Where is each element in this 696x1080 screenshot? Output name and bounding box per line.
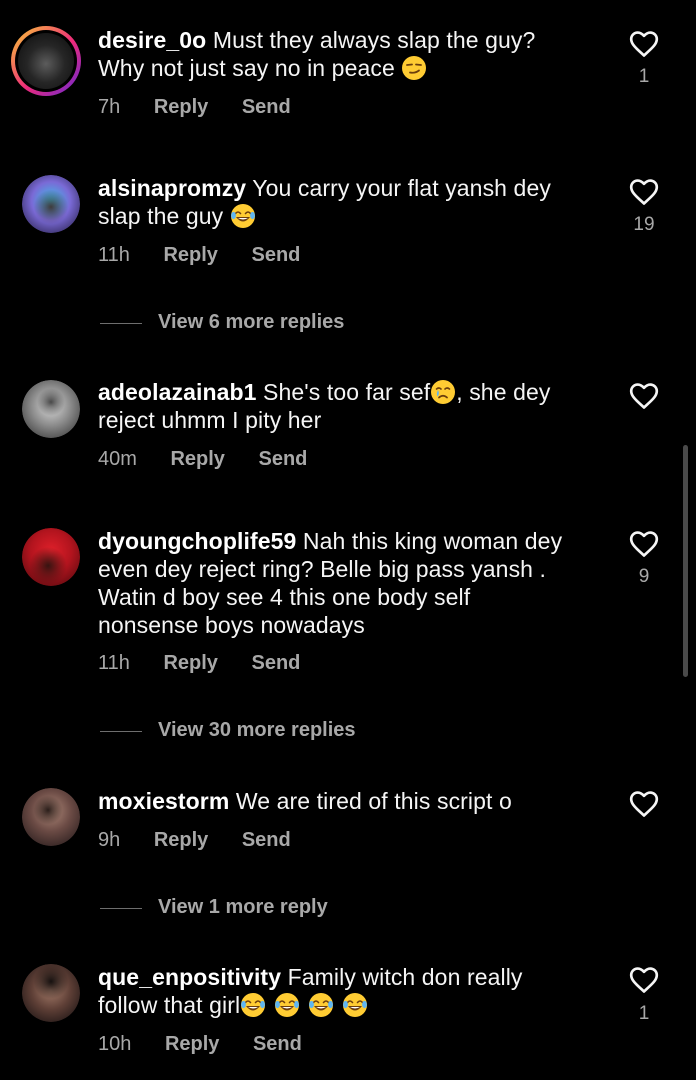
comment-username[interactable]: dyoungchoplife59 xyxy=(98,528,296,554)
like-button[interactable] xyxy=(626,964,662,996)
comment-body: alsinapromzy You carry your flat yansh d… xyxy=(98,174,598,230)
comment-text: We are tired of this script o xyxy=(235,788,512,814)
like-button[interactable] xyxy=(626,788,662,820)
heart-icon xyxy=(628,964,660,996)
view-replies-label: View 6 more replies xyxy=(158,311,345,333)
avatar[interactable] xyxy=(22,175,80,233)
comment-meta: 11h Reply Send xyxy=(98,244,300,267)
comment-body: moxiestorm We are tired of this script o xyxy=(98,787,598,815)
heart-icon xyxy=(628,788,660,820)
reply-button[interactable]: Reply xyxy=(163,652,217,675)
comment-meta: 10h Reply Send xyxy=(98,1033,302,1056)
joy-emoji-icon xyxy=(274,992,300,1018)
comment-meta: 40m Reply Send xyxy=(98,448,307,471)
comment-time: 11h xyxy=(98,244,130,266)
like-count: 19 xyxy=(633,214,655,235)
like-count: 1 xyxy=(638,66,650,87)
joy-emoji-icon xyxy=(230,203,256,229)
divider xyxy=(100,323,142,324)
heart-icon xyxy=(628,528,660,560)
view-replies-label: View 1 more reply xyxy=(158,896,328,918)
comment-username[interactable]: alsinapromzy xyxy=(98,175,246,201)
avatar[interactable] xyxy=(22,528,80,586)
comment-username[interactable]: moxiestorm xyxy=(98,788,229,814)
avatar[interactable] xyxy=(11,26,81,96)
heart-icon xyxy=(628,176,660,208)
comment-time: 40m xyxy=(98,448,137,470)
comment-username[interactable]: que_enpositivity xyxy=(98,964,281,990)
comment-body: dyoungchoplife59 Nah this king woman dey… xyxy=(98,527,568,639)
comment-time: 7h xyxy=(98,96,121,118)
comment-time: 10h xyxy=(98,1033,132,1055)
comment-username[interactable]: desire_0o xyxy=(98,27,206,53)
scrollbar[interactable] xyxy=(683,445,688,677)
like-count: 9 xyxy=(638,566,650,587)
reply-button[interactable]: Reply xyxy=(165,1033,219,1056)
comment-body: desire_0o Must they always slap the guy?… xyxy=(98,26,578,82)
reply-button[interactable]: Reply xyxy=(154,829,208,852)
smirk-emoji-icon xyxy=(401,55,427,81)
comment-body: que_enpositivity Family witch don really… xyxy=(98,963,568,1019)
like-count: 1 xyxy=(638,1003,650,1024)
avatar[interactable] xyxy=(22,788,80,846)
like-button[interactable] xyxy=(626,176,662,208)
reply-button[interactable]: Reply xyxy=(170,448,224,471)
comment-username[interactable]: adeolazainab1 xyxy=(98,379,257,405)
send-button[interactable]: Send xyxy=(253,1033,302,1056)
joy-emoji-icon xyxy=(342,992,368,1018)
view-replies-label: View 30 more replies xyxy=(158,719,356,741)
comment-text: She's too far sef xyxy=(263,379,431,405)
heart-icon xyxy=(628,28,660,60)
comment-body: adeolazainab1 She's too far sef, she dey… xyxy=(98,378,598,434)
crying-emoji-icon xyxy=(430,379,456,405)
send-button[interactable]: Send xyxy=(242,829,291,852)
like-button[interactable] xyxy=(626,28,662,60)
avatar[interactable] xyxy=(22,380,80,438)
send-button[interactable]: Send xyxy=(242,96,291,119)
send-button[interactable]: Send xyxy=(259,448,308,471)
avatar[interactable] xyxy=(22,964,80,1022)
heart-icon xyxy=(628,380,660,412)
comment-meta: 7h Reply Send xyxy=(98,96,291,119)
send-button[interactable]: Send xyxy=(251,652,300,675)
like-button[interactable] xyxy=(626,380,662,412)
joy-emoji-icon xyxy=(308,992,334,1018)
send-button[interactable]: Send xyxy=(251,244,300,267)
reply-button[interactable]: Reply xyxy=(154,96,208,119)
comment-time: 11h xyxy=(98,652,130,674)
comment-meta: 11h Reply Send xyxy=(98,652,300,675)
divider xyxy=(100,731,142,732)
joy-emoji-icon xyxy=(240,992,266,1018)
like-button[interactable] xyxy=(626,528,662,560)
divider xyxy=(100,908,142,909)
comment-meta: 9h Reply Send xyxy=(98,829,291,852)
reply-button[interactable]: Reply xyxy=(163,244,217,267)
comment-time: 9h xyxy=(98,829,121,851)
